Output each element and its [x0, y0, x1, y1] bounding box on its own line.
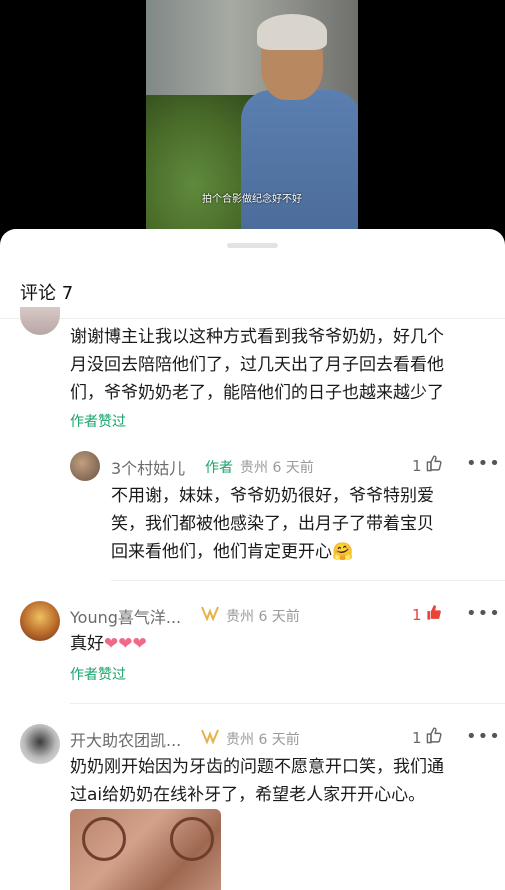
comment-line: 过ai给奶奶在线补牙了，希望老人家开开心心。: [70, 785, 426, 805]
comment-text: 真好❤❤❤: [70, 630, 147, 658]
image-pattern: [170, 817, 214, 861]
comment-divider: [111, 580, 505, 581]
like-button[interactable]: 1: [412, 727, 443, 748]
thumb-up-icon: [426, 727, 443, 748]
avatar[interactable]: [20, 307, 60, 335]
thumb-up-icon: [426, 455, 443, 476]
header-divider: [0, 318, 505, 319]
image-pattern: [82, 817, 126, 861]
comment-line: 谢谢博主让我以这种方式看到我爷爷奶奶，好几个: [70, 327, 444, 347]
comment-line-text: 真好: [70, 634, 104, 654]
comment-text: 奶奶刚开始因为牙齿的问题不愿意开口笑，我们通 过ai给奶奶在线补牙了，希望老人家…: [70, 753, 490, 809]
commenter-name[interactable]: 3个村姑儿: [111, 455, 185, 479]
more-icon[interactable]: •••: [466, 726, 501, 747]
like-button[interactable]: 1: [412, 604, 443, 625]
author-tag: 作者: [205, 460, 233, 476]
video-caption: 拍个合影做纪念好不好: [202, 194, 302, 205]
avatar[interactable]: [20, 601, 60, 641]
comment-line: 们，爷爷奶奶老了，能陪他们的日子也越来越少了: [70, 383, 444, 403]
comments-sheet: 评论 7 谢谢博主让我以这种方式看到我爷爷奶奶，好几个 月没回去陪陪他们了，过几…: [0, 229, 505, 890]
author-liked-label: 作者赞过: [70, 414, 126, 430]
fan-badge-icon: [201, 605, 219, 625]
person-hat: [257, 14, 327, 50]
thumb-up-filled-icon: [426, 604, 443, 625]
heart-emojis: ❤❤❤: [104, 634, 147, 654]
comments-title: 评论 7: [20, 283, 74, 304]
comment-line: 奶奶刚开始因为牙齿的问题不愿意开口笑，我们通: [70, 757, 444, 777]
video-frame: 拍个合影做纪念好不好: [146, 0, 358, 245]
comment-meta: 贵州 6 天前: [226, 609, 300, 625]
comment-line-text: 回来看他们，他们肯定更开心: [111, 542, 332, 562]
hug-emoji: 🤗: [332, 542, 354, 562]
like-count: 1: [412, 728, 422, 747]
comment-text: 不用谢，妹妹，爷爷奶奶很好，爷爷特别爱 笑，我们都被他感染了，出月子了带着宝贝 …: [111, 482, 491, 566]
like-count: 1: [412, 605, 422, 624]
comment-meta: 贵州 6 天前: [226, 732, 300, 748]
person-body: [241, 90, 358, 245]
more-icon[interactable]: •••: [466, 603, 501, 624]
comment-image[interactable]: [70, 809, 221, 890]
video-player[interactable]: 拍个合影做纪念好不好: [0, 0, 505, 245]
like-button[interactable]: 1: [412, 455, 443, 476]
comment-line: 月没回去陪陪他们了，过几天出了月子回去看看他: [70, 355, 444, 375]
avatar[interactable]: [70, 451, 100, 481]
comment-line: 回来看他们，他们肯定更开心🤗: [111, 538, 491, 566]
commenter-name[interactable]: Young喜气洋...: [70, 604, 181, 628]
comment-meta: 贵州 6 天前: [240, 460, 314, 476]
comment-text: 谢谢博主让我以这种方式看到我爷爷奶奶，好几个 月没回去陪陪他们了，过几天出了月子…: [70, 323, 490, 407]
author-liked-label: 作者赞过: [70, 667, 126, 683]
fan-badge-icon: [201, 728, 219, 748]
comment-line: 不用谢，妹妹，爷爷奶奶很好，爷爷特别爱: [111, 486, 434, 506]
sheet-drag-handle[interactable]: [227, 243, 278, 248]
comment-divider: [70, 703, 505, 704]
like-count: 1: [412, 456, 422, 475]
video-person: [241, 14, 358, 245]
avatar[interactable]: [20, 724, 60, 764]
comment-line: 笑，我们都被他感染了，出月子了带着宝贝: [111, 514, 434, 534]
more-icon[interactable]: •••: [466, 453, 501, 474]
commenter-name[interactable]: 开大助农团凯...: [70, 727, 181, 751]
